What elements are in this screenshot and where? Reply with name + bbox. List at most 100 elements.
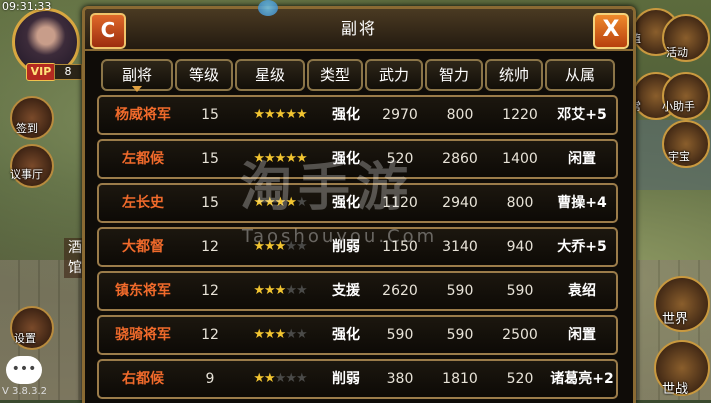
cell-intellect: 3140 xyxy=(442,239,478,255)
cell-intellect: 590 xyxy=(446,283,474,299)
cell-force: 2970 xyxy=(382,107,418,123)
cell-command: 590 xyxy=(506,283,534,299)
star-filled-icon: ★ xyxy=(295,107,308,122)
cell-command: 1400 xyxy=(502,151,538,167)
cell-name: 右都候 xyxy=(122,371,164,387)
column-header-stars[interactable]: 星级 xyxy=(235,59,305,91)
cell-belong: 闲置 xyxy=(568,151,596,167)
council-label: 议事厅 xyxy=(10,168,43,181)
cell-level: 12 xyxy=(201,327,219,343)
cell-intellect: 2940 xyxy=(442,195,478,211)
cell-belong: 曹操+4 xyxy=(557,195,607,211)
vip-badge: VIP xyxy=(26,63,56,81)
star-empty-icon: ★ xyxy=(285,283,297,298)
table-row[interactable]: 镇东将军 12 ★★★★★ 支援 2620 590 590 袁绍 xyxy=(97,271,618,311)
helper-label: 小助手 xyxy=(662,100,695,113)
star-rating: ★★★★★ xyxy=(239,317,321,353)
warfare-label: 世战 xyxy=(662,382,689,397)
star-empty-icon: ★ xyxy=(295,283,308,298)
treasure-label: 宇宝 xyxy=(668,150,690,163)
cell-level: 9 xyxy=(205,371,215,387)
cell-command: 800 xyxy=(506,195,534,211)
cell-name: 杨威将军 xyxy=(115,107,171,123)
cell-level: 15 xyxy=(201,195,219,211)
panel-title: 副将 xyxy=(340,19,377,38)
star-filled-icon: ★ xyxy=(274,327,287,342)
column-header-force[interactable]: 武力 xyxy=(365,59,423,91)
cell-belong: 闲置 xyxy=(568,327,596,343)
settings-label: 设置 xyxy=(14,332,36,345)
gift-label: 活动 xyxy=(666,46,688,59)
cell-name: 左都候 xyxy=(122,151,164,167)
cell-name: 大都督 xyxy=(122,239,164,255)
floating-assistant-icon[interactable] xyxy=(258,0,278,16)
star-filled-icon: ★ xyxy=(264,327,276,342)
cell-belong: 大乔+5 xyxy=(557,239,607,255)
signin-label: 签到 xyxy=(16,122,38,135)
watermark-sub: Taoshouyou.Com xyxy=(242,226,438,247)
star-rating: ★★★★★ xyxy=(239,361,321,397)
vip-level: 8 xyxy=(54,64,82,80)
star-empty-icon: ★ xyxy=(274,371,287,386)
sort-arrow-icon xyxy=(132,86,142,92)
cell-name: 左长史 xyxy=(122,195,164,211)
cell-level: 15 xyxy=(201,107,219,123)
panel-title-bar: C 副将 X xyxy=(85,9,633,51)
cell-command: 2500 xyxy=(502,327,538,343)
star-rating: ★★★★★ xyxy=(239,273,321,309)
cell-intellect: 2860 xyxy=(442,151,478,167)
cell-belong: 诸葛亮+2 xyxy=(550,371,614,387)
cell-intellect: 1810 xyxy=(442,371,478,387)
star-filled-icon: ★ xyxy=(264,371,276,386)
table-row[interactable]: 右都候 9 ★★★★★ 削弱 380 1810 520 诸葛亮+2 xyxy=(97,359,618,399)
column-header-type[interactable]: 类型 xyxy=(307,59,363,91)
star-rating: ★★★★★ xyxy=(239,97,321,133)
column-header-label: 副将 xyxy=(121,66,152,84)
status-clock: 09:31:33 xyxy=(2,0,52,13)
star-filled-icon: ★ xyxy=(253,283,265,298)
column-header-command[interactable]: 统帅 xyxy=(485,59,543,91)
cell-type: 强化 xyxy=(332,327,360,343)
star-filled-icon: ★ xyxy=(253,107,265,122)
cell-level: 12 xyxy=(201,283,219,299)
cell-command: 1220 xyxy=(502,107,538,123)
cell-intellect: 590 xyxy=(446,327,474,343)
table-row[interactable]: 杨威将军 15 ★★★★★ 强化 2970 800 1220 邓艾+5 xyxy=(97,95,618,135)
cell-command: 520 xyxy=(506,371,534,387)
cell-force: 2620 xyxy=(382,283,418,299)
star-empty-icon: ★ xyxy=(295,371,308,386)
cell-belong: 邓艾+5 xyxy=(557,107,607,123)
cell-type: 削弱 xyxy=(332,371,360,387)
world-label: 世界 xyxy=(662,312,689,327)
star-empty-icon: ★ xyxy=(285,327,297,342)
table-row[interactable]: 骁骑将军 12 ★★★★★ 强化 590 590 2500 闲置 xyxy=(97,315,618,355)
cell-belong: 袁绍 xyxy=(568,283,596,299)
version-label: V 3.8.3.2 xyxy=(2,386,48,397)
cell-type: 强化 xyxy=(332,107,360,123)
column-header-intellect[interactable]: 智力 xyxy=(425,59,483,91)
star-empty-icon: ★ xyxy=(285,371,297,386)
cell-force: 590 xyxy=(386,327,414,343)
cell-force: 380 xyxy=(386,371,414,387)
star-filled-icon: ★ xyxy=(274,107,287,122)
cell-command: 940 xyxy=(506,239,534,255)
cell-intellect: 800 xyxy=(446,107,474,123)
column-header: 副将 等级 星级 类型 武力 智力 统帅 从属 xyxy=(85,55,633,92)
watermark-main: 淘手游 xyxy=(240,158,415,218)
column-header-belong[interactable]: 从属 xyxy=(545,59,615,91)
close-icon[interactable]: X xyxy=(593,13,629,49)
star-empty-icon: ★ xyxy=(295,327,308,342)
cell-name: 骁骑将军 xyxy=(115,327,171,343)
cell-type: 支援 xyxy=(332,283,360,299)
chat-bubble-icon[interactable]: ••• xyxy=(6,356,42,384)
cell-level: 15 xyxy=(201,151,219,167)
star-filled-icon: ★ xyxy=(285,107,297,122)
cell-name: 镇东将军 xyxy=(115,283,171,299)
star-filled-icon: ★ xyxy=(264,107,276,122)
star-filled-icon: ★ xyxy=(253,327,265,342)
star-filled-icon: ★ xyxy=(264,283,276,298)
cell-level: 12 xyxy=(201,239,219,255)
star-filled-icon: ★ xyxy=(274,283,287,298)
column-header-name[interactable]: 副将 xyxy=(101,59,173,92)
column-header-level[interactable]: 等级 xyxy=(175,59,233,91)
